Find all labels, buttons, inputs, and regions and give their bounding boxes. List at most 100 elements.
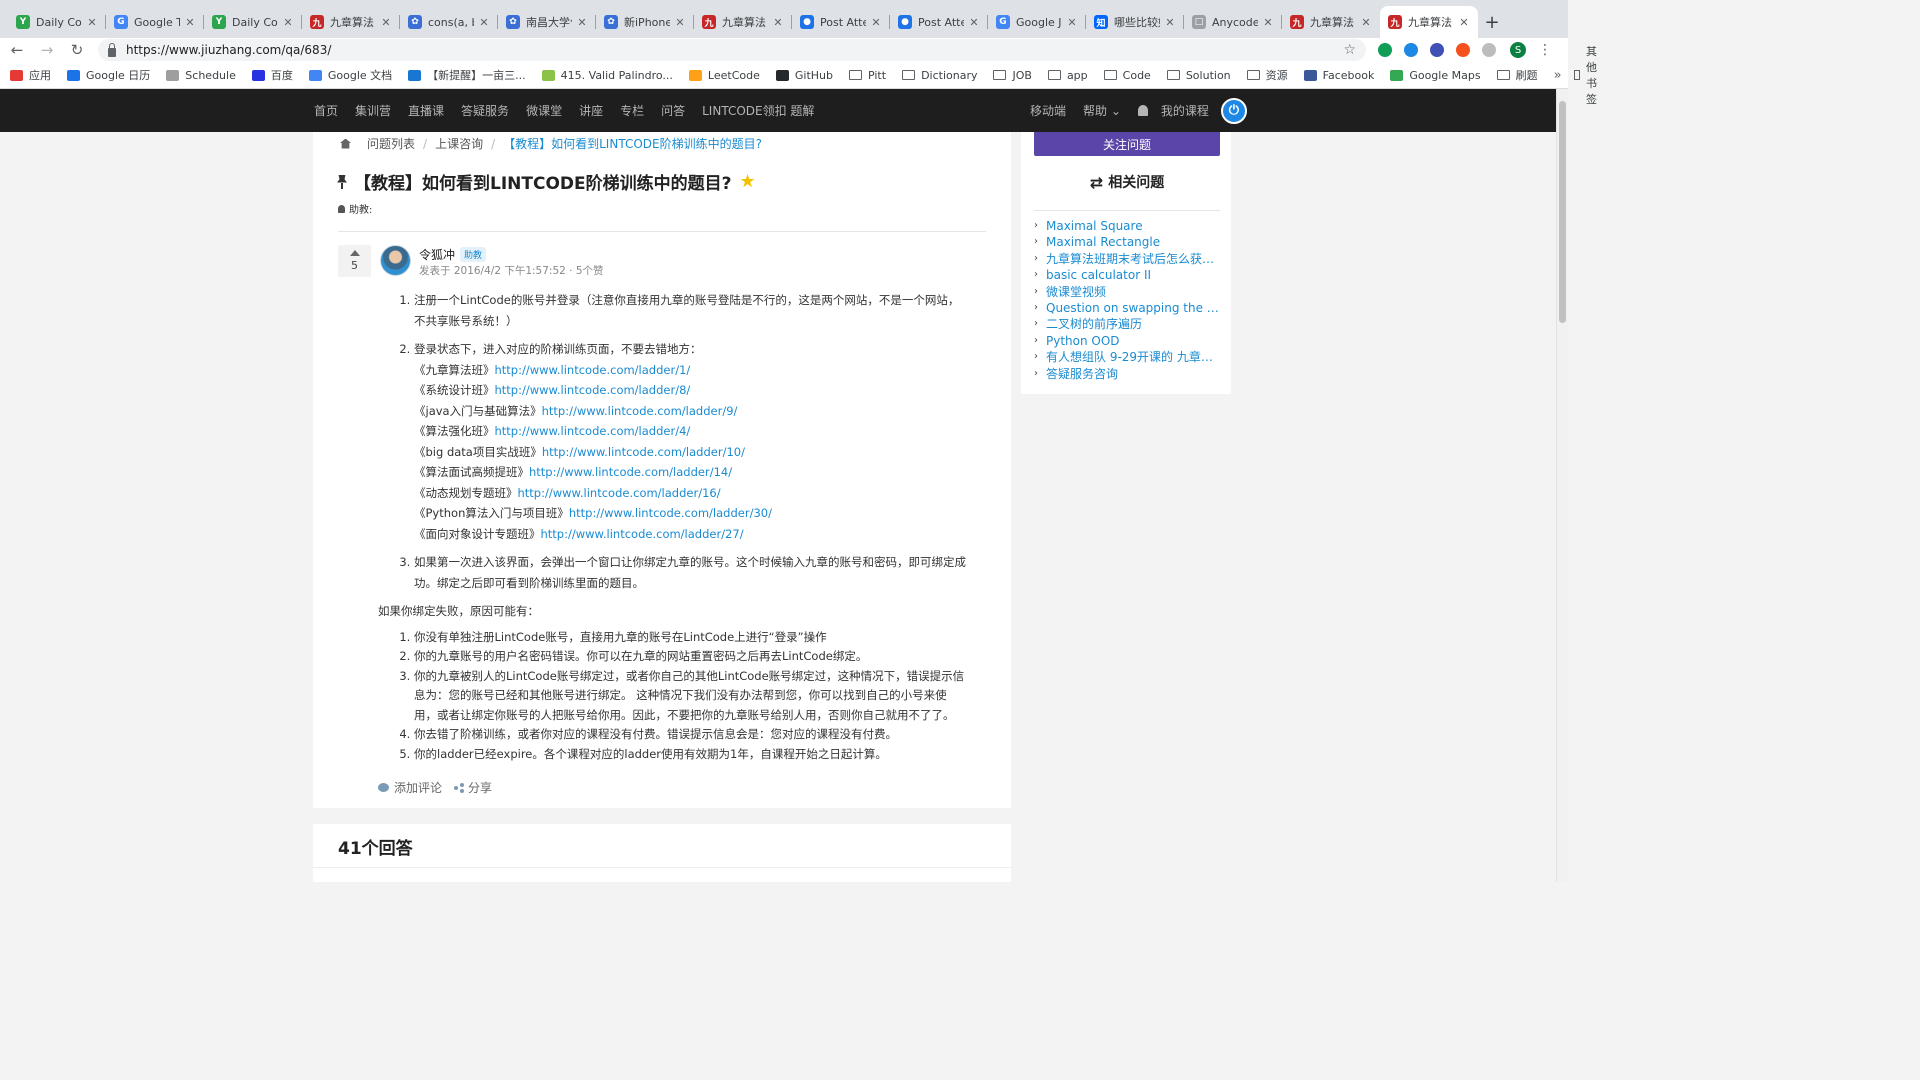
close-icon[interactable]: ✕ [1262,16,1274,29]
extension-icon[interactable] [1378,43,1392,57]
back-button[interactable]: ← [4,39,30,61]
bookmark-item[interactable]: Google 日历 [67,67,150,83]
ladder-link[interactable]: http://www.lintcode.com/ladder/14/ [529,465,732,479]
nav-link[interactable]: 问答 [661,102,685,119]
extension-icon[interactable] [1430,43,1444,57]
new-tab-button[interactable]: + [1478,6,1506,38]
related-link[interactable]: Maximal Rectangle [1046,234,1160,250]
close-icon[interactable]: ✕ [1164,16,1176,29]
browser-tab[interactable]: ● Post Atten ✕ [890,6,988,38]
add-comment-button[interactable]: 添加评论 [378,779,442,796]
close-icon[interactable]: ✕ [478,16,490,29]
ladder-link[interactable]: http://www.lintcode.com/ladder/8/ [495,383,691,397]
bookmark-item[interactable]: Schedule [166,69,236,82]
ladder-link[interactable]: http://www.lintcode.com/ladder/30/ [569,506,772,520]
bookmark-item[interactable]: Google 文档 [308,67,392,83]
browser-tab[interactable]: ✿ 新iPhoneX ✕ [596,6,694,38]
browser-tab[interactable]: 九九章算法 - ✕ [302,6,400,38]
related-item[interactable]: › 答疑服务咨询 [1034,366,1220,382]
browser-tab[interactable]: 九九章算法 - ✕ [1380,6,1478,38]
nav-link[interactable]: 专栏 [620,102,644,119]
related-link[interactable]: Question on swapping the tw... [1046,300,1220,316]
bookmark-item[interactable]: 百度 [251,67,293,83]
bookmark-item[interactable]: Pitt [848,69,886,82]
address-bar[interactable]: https://www.jiuzhang.com/qa/683/ ☆ [98,39,1366,61]
close-icon[interactable]: ✕ [184,16,196,29]
browser-tab[interactable]: 九九章算法 - ✕ [1282,6,1380,38]
related-link[interactable]: Maximal Square [1046,218,1143,234]
nav-link[interactable]: LINTCODE领扣 题解 [702,102,814,119]
bookmark-item[interactable]: 刷题 [1496,67,1538,83]
user-power-icon[interactable]: ⏻ [1220,97,1247,124]
related-link[interactable]: 微课堂视频 [1046,284,1106,300]
related-item[interactable]: › Question on swapping the tw... [1034,300,1220,316]
extension-icon[interactable] [1482,43,1496,57]
close-icon[interactable]: ✕ [1066,16,1078,29]
close-icon[interactable]: ✕ [380,16,392,29]
related-link[interactable]: Python OOD [1046,333,1120,349]
browser-tab[interactable]: Y Daily Cod ✕ [8,6,106,38]
url-text[interactable]: https://www.jiuzhang.com/qa/683/ [126,43,1343,57]
related-item[interactable]: › Maximal Rectangle [1034,234,1220,250]
ladder-link[interactable]: http://www.lintcode.com/ladder/9/ [542,404,738,418]
browser-tab[interactable]: G Google Ja ✕ [988,6,1086,38]
ladder-link[interactable]: http://www.lintcode.com/ladder/4/ [495,424,691,438]
breadcrumb-item[interactable]: 问题列表 [367,135,415,152]
bookmark-item[interactable]: 应用 [10,67,51,83]
nav-link[interactable]: 直播课 [408,102,444,119]
close-icon[interactable]: ✕ [1458,16,1470,29]
related-item[interactable]: › 二叉树的前序遍历 [1034,316,1220,332]
share-button[interactable]: 分享 [454,779,492,796]
related-item[interactable]: › 九章算法班期末考试后怎么获得... [1034,251,1220,267]
browser-tab[interactable]: ✿ cons(a, b) ✕ [400,6,498,38]
bookmark-item[interactable]: Code [1103,69,1151,82]
forward-button[interactable]: → [34,39,60,61]
nav-link[interactable]: 集训营 [355,102,391,119]
browser-tab[interactable]: G Google Tr ✕ [106,6,204,38]
page-scrollbar[interactable] [1556,89,1568,882]
ladder-link[interactable]: http://www.lintcode.com/ladder/16/ [518,486,721,500]
related-item[interactable]: › 微课堂视频 [1034,284,1220,300]
browser-menu-icon[interactable]: ⋮ [1538,42,1552,58]
ladder-link[interactable]: http://www.lintcode.com/ladder/10/ [542,445,745,459]
nav-link[interactable]: 首页 [314,102,338,119]
home-icon[interactable] [340,138,351,149]
nav-link[interactable]: 答疑服务 [461,102,509,119]
upvote-icon[interactable] [349,250,360,256]
bookmark-item[interactable]: JOB [993,69,1032,82]
close-icon[interactable]: ✕ [1360,16,1372,29]
ladder-link[interactable]: http://www.lintcode.com/ladder/1/ [495,363,691,377]
browser-tab[interactable]: 九九章算法 - ✕ [694,6,792,38]
bookmark-item[interactable]: GitHub [775,69,833,82]
bookmark-item[interactable]: Facebook [1303,69,1374,82]
browser-tab[interactable]: □ Anycodes ✕ [1184,6,1282,38]
ladder-link[interactable]: http://www.lintcode.com/ladder/27/ [541,527,744,541]
follow-question-button[interactable]: 关注问题 [1034,132,1220,156]
more-bookmarks-icon[interactable]: » [1554,68,1562,83]
my-courses-link[interactable]: 我的课程 [1161,102,1209,119]
bookmark-star-icon[interactable]: ☆ [1343,42,1356,58]
bookmark-item[interactable]: LeetCode [688,69,760,82]
reload-button[interactable]: ↻ [64,39,90,61]
bookmark-item[interactable]: 【新提醒】一亩三... [408,67,526,83]
related-link[interactable]: 二叉树的前序遍历 [1046,316,1142,332]
related-link[interactable]: basic calculator II [1046,267,1151,283]
browser-tab[interactable]: 知哪些比较好 ✕ [1086,6,1184,38]
close-icon[interactable]: ✕ [772,16,784,29]
browser-tab[interactable]: ✿ 南昌大学化 ✕ [498,6,596,38]
close-icon[interactable]: ✕ [282,16,294,29]
close-icon[interactable]: ✕ [674,16,686,29]
avatar[interactable] [380,245,411,276]
browser-tab[interactable]: Y Daily Cod ✕ [204,6,302,38]
close-icon[interactable]: ✕ [576,16,588,29]
bookmark-item[interactable]: app [1047,69,1088,82]
related-item[interactable]: › Maximal Square [1034,218,1220,234]
bookmark-item[interactable]: 资源 [1246,67,1288,83]
related-item[interactable]: › basic calculator II [1034,267,1220,283]
bookmark-item[interactable]: Dictionary [902,69,977,82]
help-menu[interactable]: 帮助 ⌄ [1083,102,1121,119]
extension-icon[interactable] [1404,43,1418,57]
other-bookmarks[interactable]: 其他书签 [1573,43,1604,107]
breadcrumb-item[interactable]: 上课咨询 [435,135,483,152]
close-icon[interactable]: ✕ [870,16,882,29]
